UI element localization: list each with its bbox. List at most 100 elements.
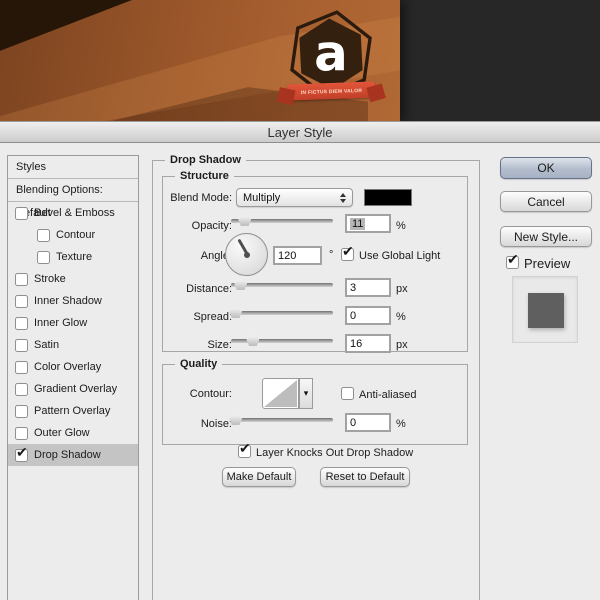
contour-dropdown-button[interactable]: ▾ [299,378,313,409]
slider-thumb[interactable] [234,279,247,290]
noise-field[interactable]: 0 [345,413,391,432]
layer-knocks-out-checkbox[interactable] [238,445,251,458]
sidebar-item-label: Drop Shadow [34,449,101,461]
sidebar-item-satin[interactable]: Satin [8,334,138,356]
sidebar-item-color-overlay[interactable]: Color Overlay [8,356,138,378]
anti-aliased-checkbox[interactable] [341,387,354,400]
angle-dial[interactable] [225,233,268,276]
angle-value: 120 [278,250,296,262]
style-preview-swatch [528,293,564,328]
size-field[interactable]: 16 [345,334,391,353]
spread-label: Spread: [150,311,232,323]
pattern-overlay-checkbox[interactable] [15,405,28,418]
sidebar-item-inner-glow[interactable]: Inner Glow [8,312,138,334]
slider-track[interactable] [231,311,333,315]
sidebar-item-pattern-overlay[interactable]: Pattern Overlay [8,400,138,422]
new-style-button[interactable]: New Style... [500,226,592,247]
sidebar-item-label: Inner Shadow [34,295,102,307]
angle-field[interactable]: 120 [273,246,322,265]
reset-to-default-button[interactable]: Reset to Default [320,467,410,487]
styles-sidebar: Styles Blending Options: Default Bevel &… [7,155,139,600]
sidebar-item-gradient-overlay[interactable]: Gradient Overlay [8,378,138,400]
blend-mode-value: Multiply [243,192,340,204]
drop-shadow-group-title: Drop Shadow [165,154,246,166]
slider-thumb[interactable] [229,414,242,425]
angle-unit: ° [329,249,333,261]
stroke-checkbox[interactable] [15,273,28,286]
style-preview-panel [512,276,578,343]
size-slider[interactable] [231,334,333,347]
blend-mode-dropdown[interactable]: Multiply [236,188,353,207]
quality-group-title: Quality [175,358,222,370]
color-overlay-checkbox[interactable] [15,361,28,374]
sidebar-item-drop-shadow[interactable]: Drop Shadow [8,444,138,466]
size-unit: px [396,339,408,351]
chevron-down-icon: ▾ [304,388,309,399]
noise-slider[interactable] [231,413,333,426]
opacity-slider[interactable] [231,214,333,227]
spread-field[interactable]: 0 [345,306,391,325]
distance-slider[interactable] [231,278,333,291]
sidebar-item-texture[interactable]: Texture [8,246,138,268]
angle-label: Angle: [150,250,232,262]
contour-checkbox[interactable] [37,229,50,242]
sidebar-item-label: Contour [56,229,95,241]
outer-glow-checkbox[interactable] [15,427,28,440]
sidebar-item-stroke[interactable]: Stroke [8,268,138,290]
slider-thumb[interactable] [229,307,242,318]
noise-label: Noise: [150,418,232,430]
sidebar-item-outer-glow[interactable]: Outer Glow [8,422,138,444]
bevel-emboss-checkbox[interactable] [15,207,28,220]
make-default-button[interactable]: Make Default [222,467,296,487]
sidebar-item-label: Inner Glow [34,317,87,329]
layer-style-dialog: Styles Blending Options: Default Bevel &… [0,143,600,600]
size-value: 16 [350,338,362,350]
slider-thumb[interactable] [238,215,251,226]
slider-track[interactable] [231,339,333,343]
distance-value: 3 [350,282,356,294]
quality-group: Quality [162,364,468,445]
layer-knocks-out-label: Layer Knocks Out Drop Shadow [256,447,413,459]
sidebar-item-label: Gradient Overlay [34,383,117,395]
sidebar-item-contour[interactable]: Contour [8,224,138,246]
slider-track[interactable] [231,418,333,422]
inner-glow-checkbox[interactable] [15,317,28,330]
noise-value: 0 [350,417,356,429]
satin-checkbox[interactable] [15,339,28,352]
preview-checkbox[interactable] [506,256,519,269]
sidebar-item-label: Color Overlay [34,361,101,373]
sidebar-item-label: Satin [34,339,59,351]
sidebar-item-blending-options[interactable]: Blending Options: Default [8,179,138,202]
shadow-color-swatch[interactable] [364,189,412,206]
drop-shadow-checkbox[interactable] [15,449,28,462]
reset-to-default-label: Reset to Default [326,471,405,483]
sidebar-item-inner-shadow[interactable]: Inner Shadow [8,290,138,312]
inner-shadow-checkbox[interactable] [15,295,28,308]
opacity-label: Opacity: [150,220,232,232]
cancel-button[interactable]: Cancel [500,191,592,212]
badge-ribbon: IN FICTUS DIEM VALOR [287,81,376,100]
structure-group-title: Structure [175,170,234,182]
opacity-unit: % [396,220,406,232]
contour-label: Contour: [150,388,232,400]
cancel-label: Cancel [527,195,564,209]
sidebar-item-label: Bevel & Emboss [34,207,115,219]
slider-thumb[interactable] [246,335,259,346]
dialog-titlebar[interactable]: Layer Style [0,121,600,143]
sidebar-item-label: Outer Glow [34,427,90,439]
sidebar-item-styles[interactable]: Styles [8,156,138,179]
opacity-value: 11 [350,218,365,230]
distance-field[interactable]: 3 [345,278,391,297]
photoshop-app: { "window": { "title": "Layer Style" }, … [0,0,600,600]
spread-slider[interactable] [231,306,333,319]
sidebar-item-label: Texture [56,251,92,263]
spread-value: 0 [350,310,356,322]
gradient-overlay-checkbox[interactable] [15,383,28,396]
ok-label: OK [537,161,554,175]
ok-button[interactable]: OK [500,157,592,179]
use-global-light-checkbox[interactable] [341,248,354,261]
opacity-field[interactable]: 11 [345,214,391,233]
make-default-label: Make Default [227,471,292,483]
contour-picker[interactable] [262,378,299,409]
texture-checkbox[interactable] [37,251,50,264]
